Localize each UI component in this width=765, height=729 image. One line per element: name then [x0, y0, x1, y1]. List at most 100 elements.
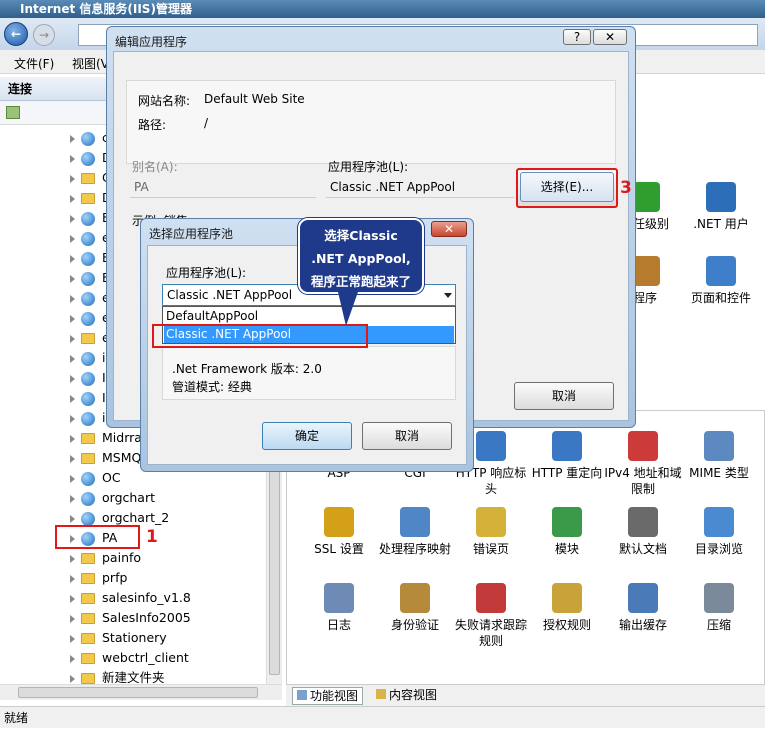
- tree-node[interactable]: orgchart: [70, 488, 155, 508]
- feature-item[interactable]: SSL 设置: [299, 507, 379, 557]
- feature-item[interactable]: 错误页: [451, 507, 531, 557]
- expand-arrow-icon[interactable]: [70, 374, 75, 383]
- tree-node[interactable]: I: [70, 388, 106, 408]
- web-app-icon: [81, 371, 95, 386]
- help-button[interactable]: ?: [563, 29, 591, 45]
- expand-arrow-icon[interactable]: [70, 574, 75, 583]
- close-button[interactable]: ✕: [593, 29, 627, 45]
- ok-button[interactable]: 确定: [262, 422, 352, 450]
- feature-item[interactable]: 页面和控件: [681, 256, 761, 306]
- expand-arrow-icon[interactable]: [70, 634, 75, 643]
- tab-feature-view-label: 功能视图: [310, 689, 359, 703]
- feature-item[interactable]: 失败请求跟踪规则: [451, 583, 531, 649]
- feature-item[interactable]: MIME 类型: [679, 431, 759, 481]
- expand-arrow-icon[interactable]: [70, 154, 75, 163]
- feature-item[interactable]: .NET 用户: [681, 182, 761, 232]
- tree-node[interactable]: i: [70, 348, 105, 368]
- expand-arrow-icon[interactable]: [70, 214, 75, 223]
- expand-arrow-icon[interactable]: [70, 674, 75, 683]
- feature-item[interactable]: HTTP 重定向: [527, 431, 607, 481]
- forward-button[interactable]: →: [33, 24, 55, 46]
- select-pool-button[interactable]: 选择(E)...: [516, 168, 618, 208]
- tree-node[interactable]: prfp: [70, 568, 127, 588]
- tree-node[interactable]: E: [70, 208, 110, 228]
- expand-arrow-icon[interactable]: [70, 414, 75, 423]
- expand-arrow-icon[interactable]: [70, 314, 75, 323]
- expand-arrow-icon[interactable]: [70, 434, 75, 443]
- expand-arrow-icon[interactable]: [70, 494, 75, 503]
- tree-node[interactable]: C: [70, 168, 111, 188]
- path-value: /: [204, 116, 209, 130]
- feature-item[interactable]: 压缩: [679, 583, 759, 633]
- expand-arrow-icon[interactable]: [70, 234, 75, 243]
- feature-item[interactable]: 默认文档: [603, 507, 683, 557]
- select-dialog-close-button[interactable]: ✕: [431, 221, 467, 237]
- tree-node[interactable]: e: [70, 228, 110, 248]
- pool-option-default-label: DefaultAppPool: [166, 309, 259, 323]
- scroll-thumb[interactable]: [18, 687, 258, 698]
- expand-arrow-icon[interactable]: [70, 134, 75, 143]
- feature-label: IPv4 地址和域限制: [604, 466, 682, 496]
- back-button[interactable]: ←: [4, 22, 28, 46]
- feature-item[interactable]: 处理程序映射: [375, 507, 455, 557]
- expand-arrow-icon[interactable]: [70, 194, 75, 203]
- tree-node[interactable]: Stationery: [70, 628, 167, 648]
- folder-icon: [81, 333, 95, 344]
- expand-arrow-icon[interactable]: [70, 274, 75, 283]
- feature-icon: [400, 583, 430, 613]
- tree-node[interactable]: SalesInfo2005: [70, 608, 191, 628]
- tree-node[interactable]: webctrl_client: [70, 648, 189, 668]
- web-app-icon: [81, 251, 95, 266]
- tree-node[interactable]: i: [70, 408, 105, 428]
- tab-feature-view[interactable]: 功能视图: [292, 687, 364, 705]
- tree-node[interactable]: OC: [70, 468, 121, 488]
- expand-arrow-icon[interactable]: [70, 354, 75, 363]
- tree-node[interactable]: painfo: [70, 548, 141, 568]
- edit-cancel-button[interactable]: 取消: [514, 382, 614, 410]
- folder-icon: [81, 553, 95, 564]
- expand-arrow-icon[interactable]: [70, 654, 75, 663]
- tree-node[interactable]: salesinfo_v1.8: [70, 588, 191, 608]
- tree-node[interactable]: e: [70, 328, 110, 348]
- tree-node[interactable]: c: [70, 128, 109, 148]
- tree-node[interactable]: Midrra: [70, 428, 142, 448]
- expand-arrow-icon[interactable]: [70, 254, 75, 263]
- expand-arrow-icon[interactable]: [70, 614, 75, 623]
- feature-item[interactable]: IPv4 地址和域限制: [603, 431, 683, 497]
- feature-item[interactable]: 授权规则: [527, 583, 607, 633]
- feature-item[interactable]: 日志: [299, 583, 379, 633]
- connect-icon[interactable]: [6, 106, 20, 119]
- web-app-icon: [81, 291, 95, 306]
- expand-arrow-icon[interactable]: [70, 554, 75, 563]
- web-app-icon: [81, 151, 95, 166]
- select-cancel-button[interactable]: 取消: [362, 422, 452, 450]
- feature-item[interactable]: 目录浏览: [679, 507, 759, 557]
- folder-icon: [81, 673, 95, 684]
- tab-content-view[interactable]: 内容视图: [372, 687, 441, 705]
- tree-node-label: painfo: [102, 550, 142, 565]
- pool-option-default[interactable]: DefaultAppPool: [164, 308, 454, 325]
- expand-arrow-icon[interactable]: [70, 334, 75, 343]
- expand-arrow-icon[interactable]: [70, 594, 75, 603]
- tree-node-label: webctrl_client: [102, 650, 189, 665]
- feature-label: 模块: [554, 542, 579, 556]
- expand-arrow-icon[interactable]: [70, 174, 75, 183]
- tree-node[interactable]: e: [70, 308, 110, 328]
- feature-item[interactable]: 输出缓存: [603, 583, 683, 633]
- expand-arrow-icon[interactable]: [70, 394, 75, 403]
- feature-item[interactable]: 身份验证: [375, 583, 455, 633]
- tree-node[interactable]: MSMQ: [70, 448, 141, 468]
- tree-node[interactable]: e: [70, 288, 110, 308]
- tree-node[interactable]: E: [70, 268, 110, 288]
- expand-arrow-icon[interactable]: [70, 294, 75, 303]
- feature-item[interactable]: 模块: [527, 507, 607, 557]
- expand-arrow-icon[interactable]: [70, 454, 75, 463]
- tree-node[interactable]: I: [70, 368, 106, 388]
- expand-arrow-icon[interactable]: [70, 474, 75, 483]
- tree-node[interactable]: E: [70, 248, 110, 268]
- alias-field[interactable]: PA: [130, 176, 316, 198]
- expand-arrow-icon[interactable]: [70, 514, 75, 523]
- menu-file[interactable]: 文件(F): [14, 55, 54, 72]
- feature-icon: [400, 507, 430, 537]
- tree-horizontal-scrollbar[interactable]: [0, 684, 282, 700]
